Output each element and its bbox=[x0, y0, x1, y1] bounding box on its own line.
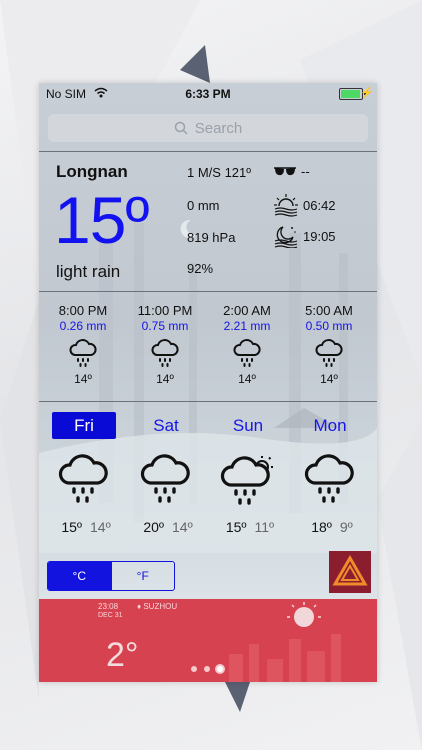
hourly-item: 2:00 AM 2.21 mm 14º bbox=[207, 303, 287, 386]
sunrise-time: 06:42 bbox=[303, 197, 336, 213]
banner-time: 23:08 bbox=[98, 602, 119, 611]
moonrise-icon bbox=[274, 226, 298, 248]
glasses-icon bbox=[274, 166, 296, 175]
location-pin-icon: ♦ bbox=[137, 602, 142, 611]
drive-triangle-icon bbox=[332, 554, 368, 586]
hourly-item: 5:00 AM 0.50 mm 14º bbox=[289, 303, 369, 386]
ad-banner[interactable]: 23:08 DEC 31 ♦ SUZHOU 2° bbox=[39, 599, 377, 682]
hour-temp: 14º bbox=[238, 372, 256, 386]
search-icon bbox=[174, 121, 188, 135]
low-temp: 9º bbox=[339, 519, 353, 535]
search-input[interactable]: Search bbox=[48, 114, 368, 142]
day-temps: 15º 11º bbox=[210, 519, 290, 535]
hour-temp: 14º bbox=[74, 372, 92, 386]
hour-precip: 0.26 mm bbox=[59, 319, 107, 333]
current-temperature: 15º bbox=[54, 183, 150, 257]
search-placeholder: Search bbox=[194, 119, 243, 137]
fahrenheit-button[interactable]: °F bbox=[110, 562, 175, 590]
hour-temp: 14º bbox=[156, 372, 174, 386]
sunrise-icon bbox=[274, 194, 298, 217]
day-temps: 15º 14º bbox=[46, 519, 126, 535]
high-temp: 15º bbox=[61, 519, 82, 535]
hour-temp: 14º bbox=[320, 372, 338, 386]
hour-time: 11:00 PM bbox=[137, 303, 193, 318]
rain-cloud-sun-icon bbox=[220, 456, 273, 505]
charging-icon: ⚡ bbox=[360, 87, 374, 99]
banner-location-text: SUZHOU bbox=[143, 602, 178, 611]
phone-screen: No SIM 6:33 PM ⚡ Search Longnan 15º ligh… bbox=[39, 83, 377, 682]
rain-cloud-icon bbox=[207, 338, 287, 368]
day-temps: 20º 14º bbox=[128, 519, 208, 535]
banner-temperature: 2° bbox=[106, 636, 139, 674]
visibility-row: -- bbox=[273, 164, 310, 179]
celsius-button[interactable]: °C bbox=[48, 562, 111, 590]
divider bbox=[39, 151, 377, 152]
hourly-item: 8:00 PM 0.26 mm 14º bbox=[43, 303, 123, 386]
city-name: Longnan bbox=[56, 162, 128, 181]
banner-location: ♦ SUZHOU bbox=[137, 602, 177, 611]
precipitation-value: 0 mm bbox=[187, 198, 220, 213]
hour-precip: 0.50 mm bbox=[305, 319, 353, 333]
hour-time: 5:00 AM bbox=[305, 303, 353, 318]
low-temp: 11º bbox=[254, 519, 275, 535]
divider bbox=[39, 291, 377, 292]
high-temp: 18º bbox=[311, 519, 332, 535]
status-time: 6:33 PM bbox=[185, 87, 231, 101]
wind-value: 1 M/S 121º bbox=[187, 165, 252, 180]
day-tab-mon[interactable]: Mon bbox=[298, 412, 362, 439]
rain-cloud-icon bbox=[140, 454, 190, 503]
day-temps: 18º 9º bbox=[292, 519, 372, 535]
rain-cloud-icon bbox=[43, 338, 123, 368]
day-tab-fri[interactable]: Fri bbox=[52, 412, 116, 439]
status-bar: No SIM 6:33 PM ⚡ bbox=[39, 83, 377, 105]
condition-text: light rain bbox=[56, 262, 121, 281]
visibility-value: -- bbox=[301, 164, 310, 179]
sunset-time: 19:05 bbox=[303, 228, 336, 244]
rain-cloud-icon bbox=[125, 338, 205, 368]
day-tab-sat[interactable]: Sat bbox=[134, 412, 198, 439]
pressure-value: 819 hPa bbox=[187, 230, 236, 245]
unit-toggle[interactable]: °C °F bbox=[47, 561, 175, 591]
high-temp: 15º bbox=[225, 519, 247, 535]
low-temp: 14º bbox=[90, 519, 111, 535]
hour-time: 8:00 PM bbox=[58, 303, 108, 318]
humidity-value: 92% bbox=[187, 261, 214, 276]
banner-date: DEC 31 bbox=[98, 612, 123, 619]
hour-time: 2:00 AM bbox=[223, 303, 271, 318]
sunset-row: 19:05 bbox=[273, 224, 336, 248]
app-promo-icon[interactable] bbox=[329, 551, 371, 593]
hourly-item: 11:00 PM 0.75 mm 14º bbox=[125, 303, 205, 386]
day-tab-sun[interactable]: Sun bbox=[216, 412, 280, 439]
divider bbox=[39, 401, 377, 402]
page-dot-active[interactable] bbox=[217, 666, 223, 672]
rain-cloud-icon bbox=[289, 338, 369, 368]
hour-precip: 0.75 mm bbox=[141, 319, 189, 333]
page-dot[interactable] bbox=[204, 666, 210, 672]
low-temp: 14º bbox=[172, 519, 193, 535]
sunrise-row: 06:42 bbox=[273, 193, 336, 217]
high-temp: 20º bbox=[143, 519, 164, 535]
rain-cloud-icon bbox=[58, 454, 108, 503]
hour-precip: 2.21 mm bbox=[223, 319, 271, 333]
page-dot[interactable] bbox=[191, 666, 197, 672]
rain-cloud-icon bbox=[304, 454, 354, 503]
